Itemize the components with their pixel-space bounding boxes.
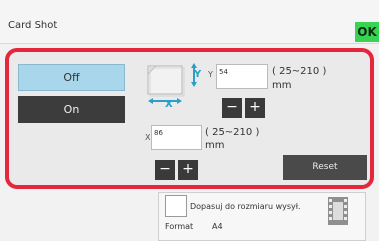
reset-button[interactable]: Reset [283, 155, 367, 180]
x-range-text: ( 25~210 ) [205, 127, 260, 138]
window-title: Card Shot [8, 20, 58, 31]
y-increase-button[interactable]: + [245, 98, 265, 118]
ok-button[interactable]: OK [355, 22, 379, 42]
x-field-prefix: X [145, 133, 151, 142]
x-decrease-button[interactable]: − [155, 160, 175, 180]
y-range-text: ( 25~210 ) [272, 66, 327, 77]
y-decrease-button[interactable]: − [222, 98, 242, 118]
x-increase-button[interactable]: + [178, 160, 198, 180]
format-label: Format [165, 222, 194, 231]
y-unit-text: mm [272, 80, 292, 91]
x-unit-text: mm [205, 140, 225, 151]
y-axis-label: Y [194, 69, 202, 80]
format-value: A4 [212, 222, 223, 231]
card-shot-panel: Card Shot OK Off On Y X Y 54 ( 25~210 ) … [0, 0, 379, 241]
film-frame-icon [328, 197, 348, 225]
fit-to-size-label: Dopasuj do rozmiaru wysył. [190, 202, 301, 211]
y-field-prefix: Y [208, 70, 213, 79]
off-button[interactable]: Off [18, 64, 125, 91]
y-size-input[interactable]: 54 [216, 64, 268, 89]
title-bar: Card Shot [0, 0, 379, 44]
x-axis-label: X [165, 99, 173, 110]
on-button[interactable]: On [18, 96, 125, 123]
x-size-input[interactable]: 86 [151, 125, 202, 150]
fit-to-size-checkbox[interactable] [165, 195, 187, 217]
